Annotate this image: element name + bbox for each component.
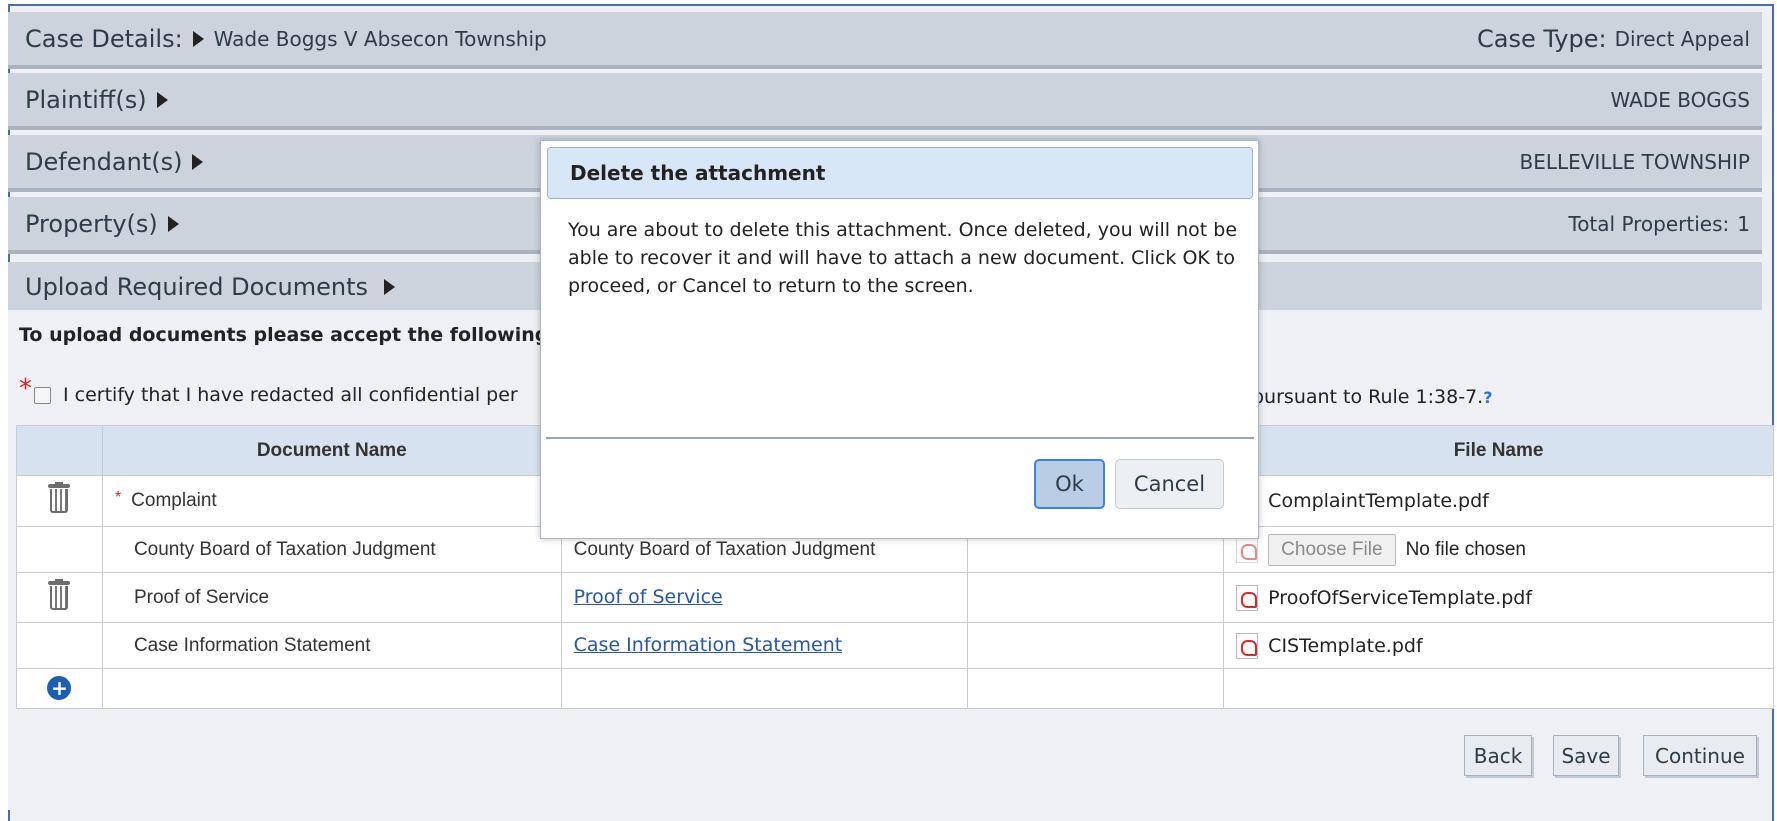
table-row: + xyxy=(16,668,1774,709)
accept-instructions: To upload documents please accept the fo… xyxy=(19,324,556,346)
expand-arrow-icon xyxy=(384,279,396,295)
certify-checkbox[interactable] xyxy=(34,386,51,404)
continue-button[interactable]: Continue xyxy=(1643,735,1757,776)
expand-arrow-icon xyxy=(167,215,179,232)
template-name: County Board of Taxation Judgment xyxy=(573,538,876,560)
plaintiff-bar[interactable]: Plaintiff(s) WADE BOGGS xyxy=(8,73,1762,130)
certify-text-end: pursuant to Rule 1:38-7.? xyxy=(1252,386,1492,408)
document-name: Proof of Service xyxy=(133,586,270,608)
header-document-name: Document Name xyxy=(101,425,562,476)
dialog-divider xyxy=(546,437,1254,439)
table-row: Case Information Statement Case Informat… xyxy=(16,622,1774,669)
certify-text: I certify that I have redacted all confi… xyxy=(63,384,518,406)
file-name[interactable]: CISTemplate.pdf xyxy=(1268,635,1422,657)
table-row: Proof of Service Proof of Service ProofO… xyxy=(16,572,1774,623)
cancel-button[interactable]: Cancel xyxy=(1115,459,1224,509)
pdf-icon xyxy=(1236,584,1259,611)
template-link[interactable]: Proof of Service xyxy=(574,586,723,608)
dialog-title: Delete the attachment xyxy=(547,147,1253,199)
help-icon[interactable]: ? xyxy=(1483,388,1492,407)
delete-attachment-dialog: Delete the attachment You are about to d… xyxy=(540,140,1259,539)
total-properties-value: 1 xyxy=(1737,211,1750,236)
header-file-name: File Name xyxy=(1223,425,1774,476)
case-details-bar[interactable]: Case Details: Wade Boggs V Absecon Towns… xyxy=(8,12,1762,69)
trash-icon[interactable] xyxy=(47,578,71,611)
rule-text: pursuant to Rule 1:38-7. xyxy=(1252,386,1484,408)
expand-arrow-icon xyxy=(192,153,204,170)
document-name: Complaint xyxy=(131,490,217,511)
plaintiff-value: WADE BOGGS xyxy=(1610,87,1750,112)
case-type-label: Case Type: xyxy=(1476,24,1607,53)
plaintiff-label: Plaintiff(s) xyxy=(25,85,147,114)
case-name: Wade Boggs V Absecon Township xyxy=(213,26,547,51)
required-star: * xyxy=(114,489,122,506)
ok-button[interactable]: Ok xyxy=(1034,459,1105,509)
document-name: County Board of Taxation Judgment xyxy=(133,538,436,560)
file-cell: Choose File No file chosen xyxy=(1236,533,1773,566)
header-icon-col xyxy=(16,425,103,476)
defendant-label: Defendant(s) xyxy=(25,147,183,176)
trash-icon[interactable] xyxy=(47,482,71,514)
required-star: * xyxy=(19,374,32,404)
template-link[interactable]: Case Information Statement xyxy=(574,634,843,656)
file-name[interactable]: ComplaintTemplate.pdf xyxy=(1268,490,1489,512)
file-cell: CISTemplate.pdf xyxy=(1236,632,1773,659)
dialog-message: You are about to delete this attachment.… xyxy=(568,219,1238,297)
add-document-icon[interactable]: + xyxy=(47,676,72,700)
file-cell: ComplaintTemplate.pdf xyxy=(1236,490,1773,512)
defendant-value: BELLEVILLE TOWNSHIP xyxy=(1519,149,1750,174)
document-name: Case Information Statement xyxy=(133,634,371,656)
property-label: Property(s) xyxy=(25,209,158,238)
case-details-label: Case Details: xyxy=(25,24,183,53)
certify-row: * I certify that I have redacted all con… xyxy=(19,374,518,410)
pdf-icon xyxy=(1236,536,1259,563)
back-button[interactable]: Back xyxy=(1464,735,1532,776)
no-file-text: No file chosen xyxy=(1405,538,1526,560)
pdf-icon xyxy=(1236,632,1259,659)
save-button[interactable]: Save xyxy=(1553,735,1619,776)
file-cell: ProofOfServiceTemplate.pdf xyxy=(1236,584,1773,611)
case-type-value: Direct Appeal xyxy=(1614,26,1750,51)
expand-arrow-icon xyxy=(192,30,204,47)
upload-documents-label: Upload Required Documents xyxy=(25,273,369,301)
total-properties-label: Total Properties: xyxy=(1568,211,1730,236)
file-name[interactable]: ProofOfServiceTemplate.pdf xyxy=(1268,587,1532,609)
choose-file-button[interactable]: Choose File xyxy=(1268,533,1396,566)
expand-arrow-icon xyxy=(156,91,168,108)
